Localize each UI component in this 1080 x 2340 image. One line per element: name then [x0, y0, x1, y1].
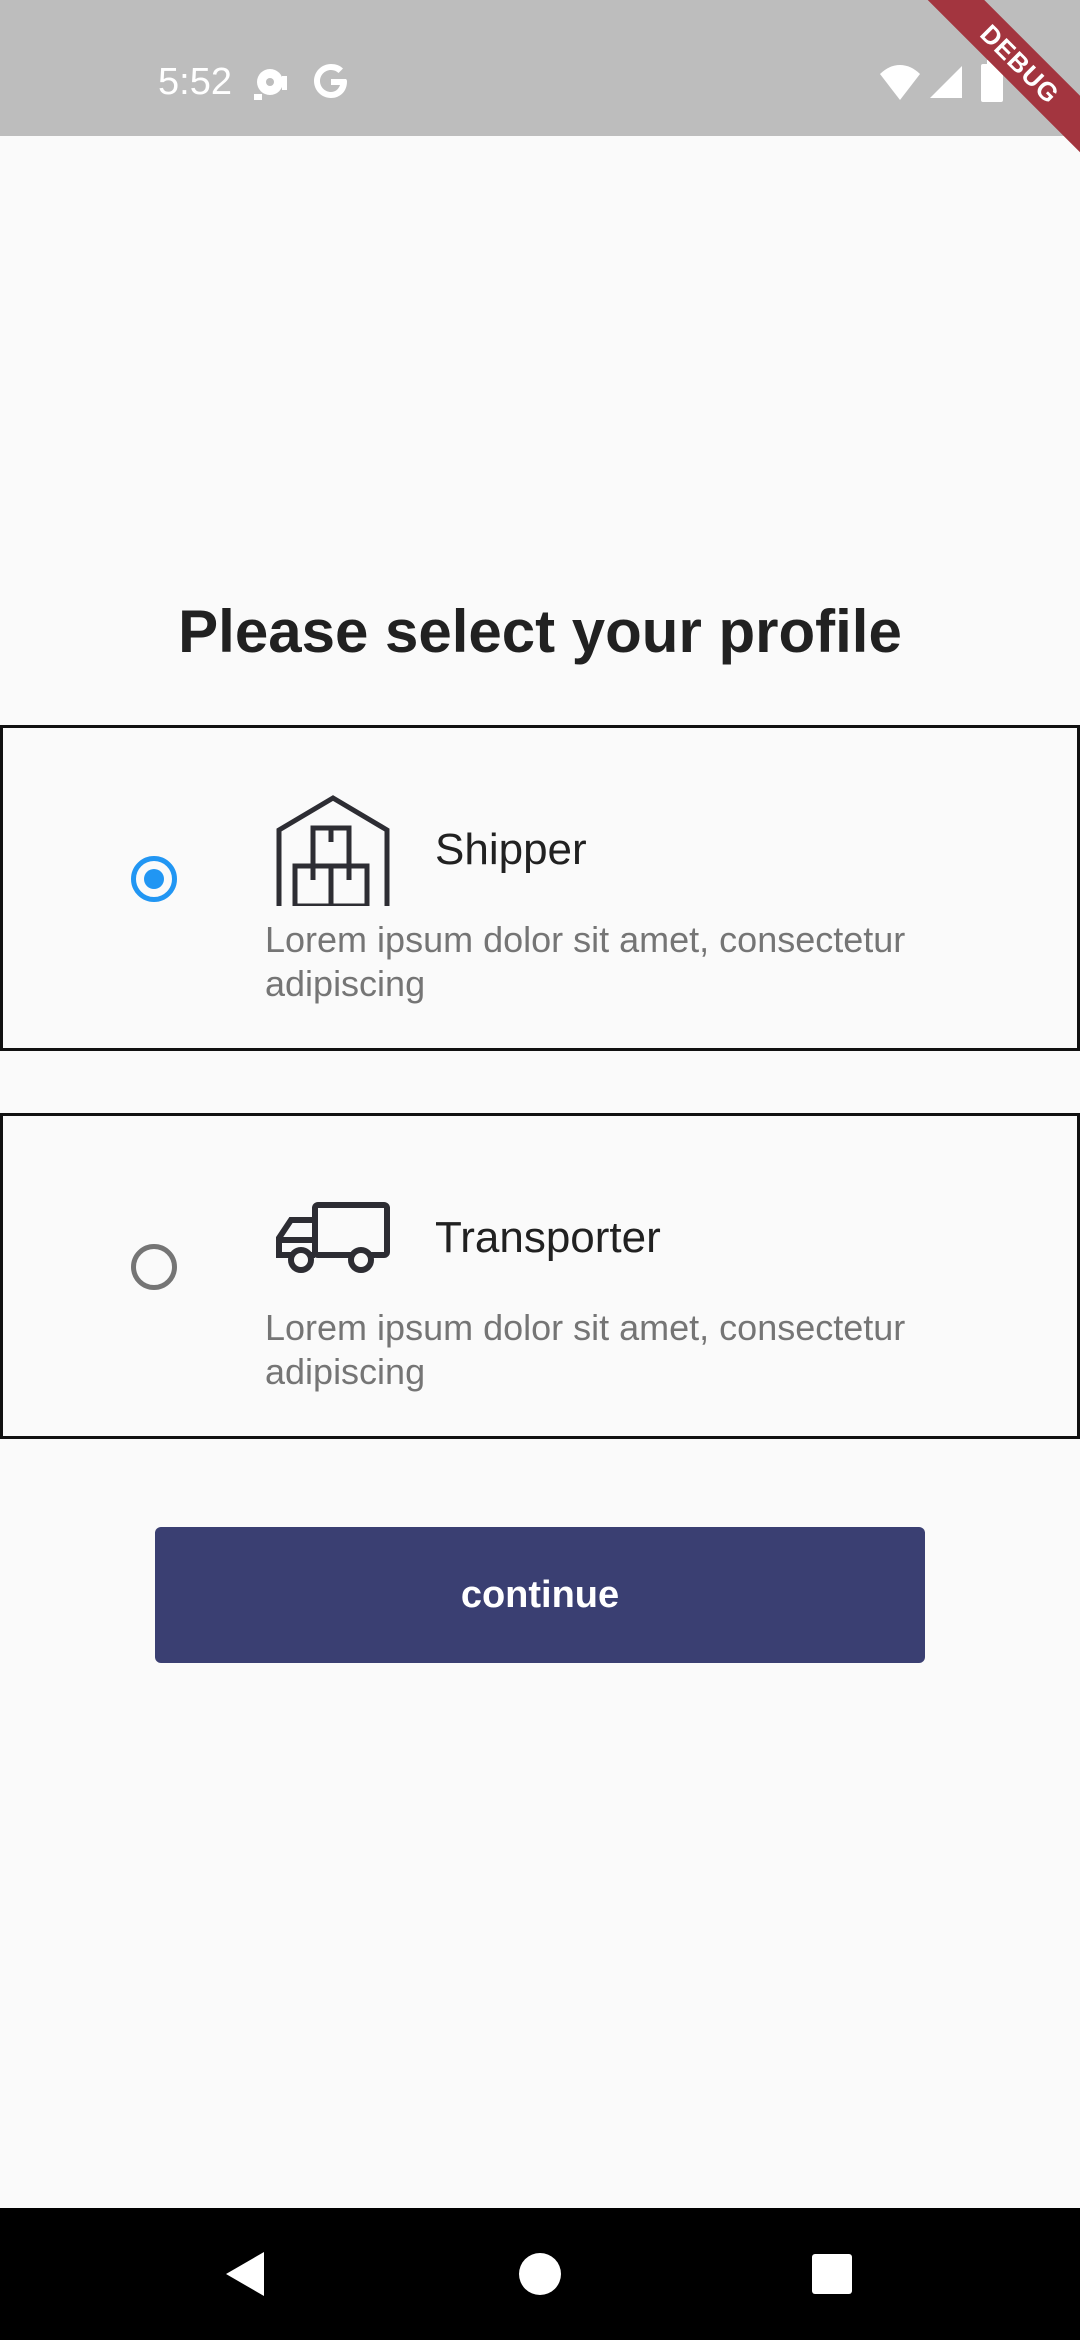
option-description-shipper: Lorem ipsum dolor sit amet, consectetur … [265, 919, 906, 1004]
option-description-transporter: Lorem ipsum dolor sit amet, consectetur … [265, 1307, 906, 1392]
media-notification-icon [254, 69, 287, 100]
back-icon[interactable] [184, 2208, 304, 2340]
app-screen: 5:52 DEBUG Please select your profile Sh… [0, 0, 1080, 2340]
navigation-bar [0, 2208, 1080, 2340]
page-title: Please select your profile [178, 598, 902, 665]
option-label-transporter: Transporter [435, 1213, 661, 1262]
option-card-shipper[interactable]: Shipper Lorem ipsum dolor sit amet, cons… [0, 725, 1080, 1051]
status-bar: 5:52 DEBUG [0, 0, 1080, 160]
google-icon [314, 64, 347, 98]
continue-button[interactable]: continue [155, 1527, 925, 1663]
debug-banner: DEBUG [920, 0, 1080, 160]
recents-icon[interactable] [772, 2208, 892, 2340]
debug-label: DEBUG [920, 0, 1080, 160]
option-card-transporter[interactable]: Transporter Lorem ipsum dolor sit amet, … [0, 1113, 1080, 1439]
option-label-shipper: Shipper [435, 825, 587, 874]
status-time: 5:52 [158, 61, 232, 103]
warehouse-icon [276, 795, 390, 906]
wifi-icon [880, 65, 920, 100]
radio-transporter[interactable] [131, 1244, 177, 1290]
radio-shipper[interactable] [131, 856, 177, 902]
truck-icon [276, 1202, 390, 1273]
home-icon[interactable] [480, 2208, 600, 2340]
